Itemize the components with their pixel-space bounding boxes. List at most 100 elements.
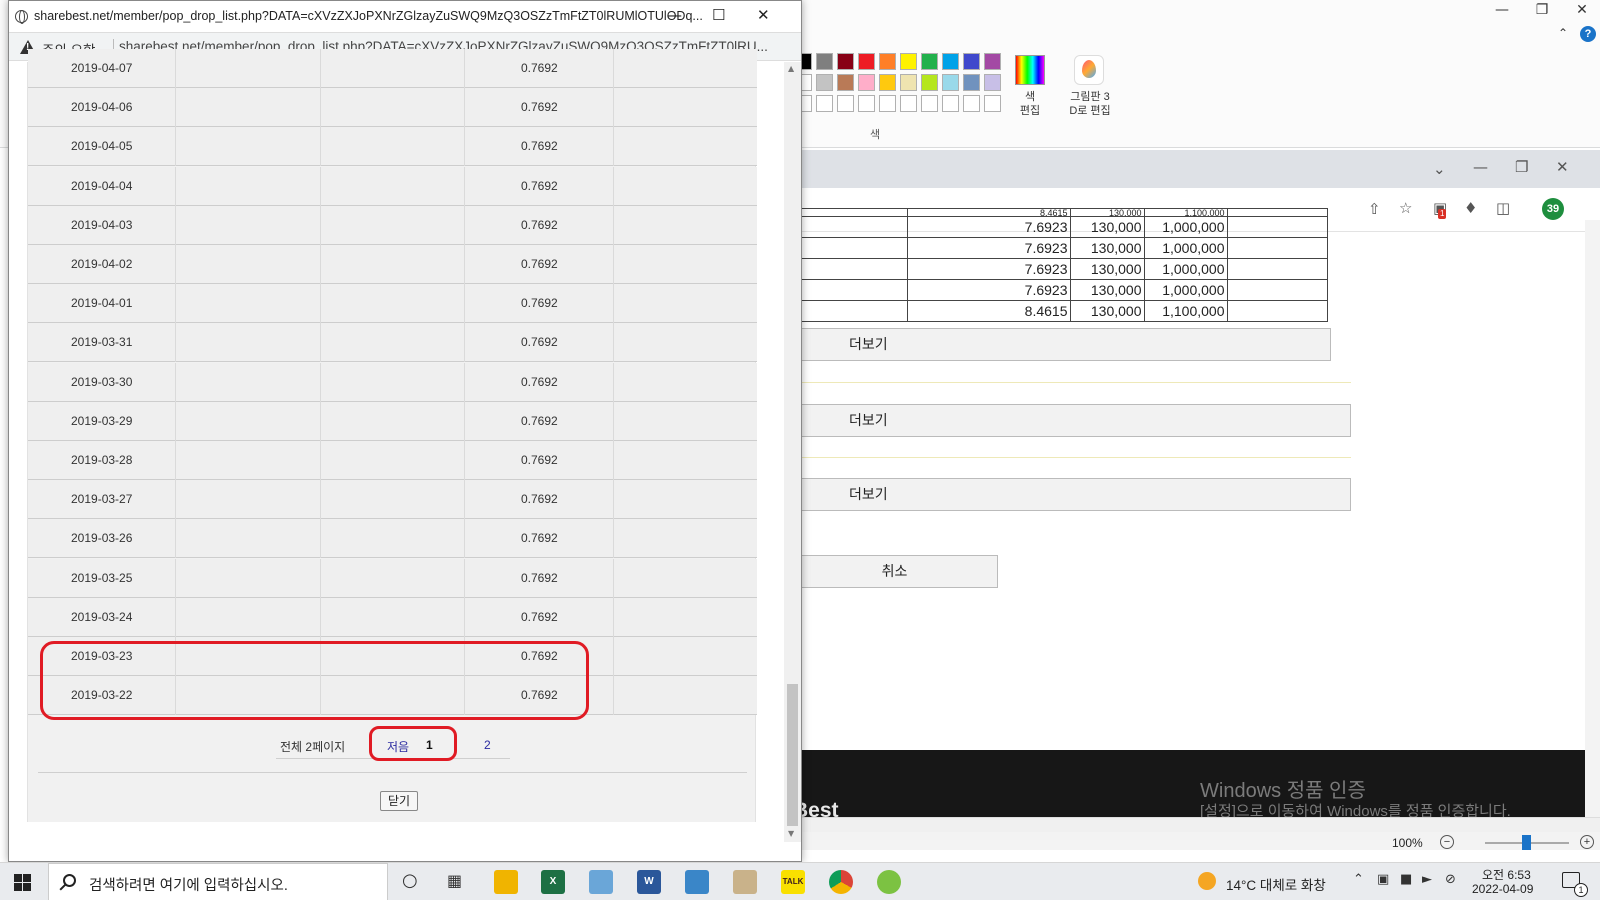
color-swatch-empty[interactable] [921,95,938,112]
color-swatch[interactable] [837,74,854,91]
paint3d-icon[interactable] [1074,55,1104,85]
color-swatch[interactable] [942,53,959,70]
weather-text[interactable]: 14°C 대체로 화창 [1226,874,1326,894]
minimize-icon[interactable]: — [667,6,682,24]
more-button[interactable]: 더보기 [791,478,1351,511]
minimize-icon[interactable]: — [1484,2,1520,18]
row-value: 0.7692 [465,88,614,128]
restore-icon[interactable]: ❐ [1515,158,1528,176]
row-cell [321,519,465,559]
edit-colors-button[interactable] [1015,55,1045,85]
row-cell [614,245,757,284]
color-swatch[interactable] [984,53,1001,70]
chevron-down-icon[interactable]: ⌄ [1433,160,1446,178]
color-swatch[interactable] [921,74,938,91]
close-icon[interactable]: ✕ [1556,158,1569,176]
more-button[interactable]: 더보기 [791,328,1331,361]
meet-icon[interactable]: ▣ [1377,872,1389,887]
minimize-icon[interactable]: — [1473,158,1488,176]
editor-icon[interactable] [685,870,709,894]
mute-icon[interactable]: ⊘ [1445,872,1456,887]
zoom-out-icon[interactable]: − [1440,835,1454,849]
clock-time[interactable]: 오전 6:53 [1482,866,1531,883]
close-button[interactable]: 닫기 [380,791,418,811]
weather-icon[interactable] [1198,872,1216,890]
color-swatch-empty[interactable] [858,95,875,112]
volume-icon[interactable]: ► [1422,872,1432,887]
file-explorer-icon[interactable] [494,870,518,894]
scrollbar-thumb[interactable] [787,684,798,826]
color-swatch-empty[interactable] [816,95,833,112]
color-swatch[interactable] [816,74,833,91]
row-cell [321,127,465,167]
star-icon[interactable]: ☆ [1399,199,1412,217]
row-cell [614,363,757,402]
row-cell [321,245,465,284]
color-swatch[interactable] [963,53,980,70]
taskbar-search[interactable]: 검색하려면 여기에 입력하십시오. [48,863,388,900]
more-button[interactable]: 더보기 [791,404,1351,437]
color-swatch-empty[interactable] [984,95,1001,112]
color-swatch-empty[interactable] [879,95,896,112]
color-swatch[interactable] [900,53,917,70]
color-swatch-empty[interactable] [900,95,917,112]
color-swatch-empty[interactable] [963,95,980,112]
color-swatch[interactable] [879,74,896,91]
puzzle-icon[interactable]: ♦ [1464,199,1477,217]
row-value: 0.7692 [465,284,614,324]
task-view-icon[interactable]: ▦ [447,871,462,890]
pager-page-2-link[interactable]: 2 [484,738,491,752]
color-swatch[interactable] [858,53,875,70]
close-icon[interactable]: ✕ [1564,2,1600,18]
help-icon[interactable]: ? [1580,26,1596,42]
paint-icon[interactable] [733,870,757,894]
cortana-icon[interactable]: ○ [402,870,418,891]
sidebar-icon[interactable]: ◫ [1496,199,1510,217]
color-swatch-empty[interactable] [942,95,959,112]
share-icon[interactable]: ⇧ [1368,200,1381,218]
clock-date[interactable]: 2022-04-09 [1472,882,1533,896]
row-cell [176,401,321,441]
color-swatch[interactable] [942,74,959,91]
color-swatch[interactable] [900,74,917,91]
maximize-icon[interactable]: ☐ [712,6,725,24]
row-cell [176,480,321,520]
avatar[interactable]: 39 [1542,198,1564,220]
scrollbar[interactable] [790,818,1600,832]
row-date: 2019-04-05 [28,127,176,167]
scrollbar[interactable] [1585,220,1600,817]
row-date: 2019-03-28 [28,441,176,480]
color-swatch[interactable] [858,74,875,91]
kakaotalk-icon[interactable]: TALK [781,870,805,894]
table-cell: 1,000,000 [1143,216,1228,238]
chrome-icon[interactable] [829,870,853,894]
list-item: 2019-04-05 0.7692 [28,127,757,167]
chevron-up-icon[interactable]: ⌃ [1558,26,1568,40]
app-icon[interactable] [589,870,613,894]
color-swatch[interactable] [921,53,938,70]
line-icon[interactable] [877,870,901,894]
table-cell: 130,000 [1069,216,1145,238]
cancel-button[interactable]: 취소 [791,555,998,588]
word-icon[interactable]: W [637,870,661,894]
zoom-in-icon[interactable]: + [1580,835,1594,849]
scroll-down-icon[interactable]: ▼ [788,829,794,838]
chevron-up-icon[interactable]: ⌃ [1353,872,1364,887]
close-icon[interactable]: ✕ [757,6,770,24]
excel-icon[interactable]: X [541,870,565,894]
table-cell [790,237,908,259]
zoom-slider-thumb[interactable] [1522,835,1531,850]
color-swatch[interactable] [879,53,896,70]
scrollbar[interactable]: ▲ ▼ [784,62,801,842]
row-cell [321,480,465,520]
color-swatch[interactable] [816,53,833,70]
network-icon[interactable]: ■ [1400,872,1412,887]
windows-start-icon[interactable] [14,874,31,891]
scroll-up-icon[interactable]: ▲ [788,64,794,73]
table-cell [1226,216,1328,238]
color-swatch-empty[interactable] [837,95,854,112]
color-swatch[interactable] [963,74,980,91]
color-swatch[interactable] [984,74,1001,91]
restore-icon[interactable]: ❐ [1524,2,1560,18]
color-swatch[interactable] [837,53,854,70]
